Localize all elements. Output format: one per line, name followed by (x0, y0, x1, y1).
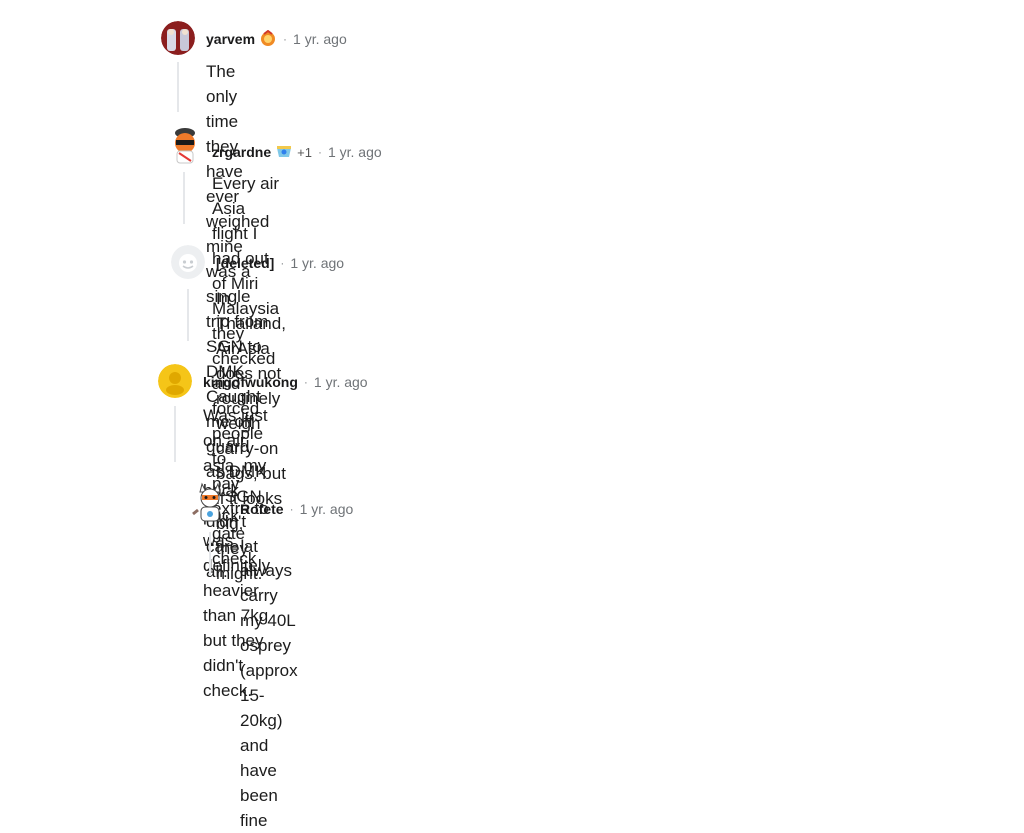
separator-dot: · (280, 256, 285, 270)
flair-count: +1 (297, 144, 312, 160)
thread-line[interactable] (209, 532, 211, 576)
separator-dot: · (317, 145, 322, 159)
timestamp[interactable]: 1 yr. ago (293, 31, 347, 47)
timestamp[interactable]: 1 yr. ago (314, 374, 368, 390)
separator-dot: · (283, 32, 288, 46)
comment-body: I always carry my 40L osprey (approx 15-… (240, 533, 298, 833)
separator-dot: · (289, 502, 294, 516)
username[interactable]: kingofwukong (203, 374, 298, 390)
thread-line[interactable] (174, 406, 176, 462)
username[interactable]: yarvem (206, 31, 255, 47)
achievement-flair-icon (275, 143, 293, 161)
thread-line[interactable] (183, 172, 185, 224)
username: [deleted] (216, 255, 275, 271)
timestamp[interactable]: 1 yr. ago (328, 144, 382, 160)
avatar[interactable] (167, 125, 203, 165)
separator-dot: · (303, 375, 308, 389)
achievement-flair-icon (259, 30, 277, 48)
username[interactable]: Rofete (240, 501, 284, 517)
avatar[interactable] (158, 364, 192, 398)
avatar[interactable] (171, 245, 205, 279)
thread-line[interactable] (177, 62, 179, 112)
username[interactable]: zrgardne (212, 144, 271, 160)
timestamp[interactable]: 1 yr. ago (300, 501, 354, 517)
comment-text-line: I always carry my 40L osprey (approx 15-… (240, 536, 298, 830)
timestamp[interactable]: 1 yr. ago (290, 255, 344, 271)
thread-line[interactable] (187, 289, 189, 341)
avatar[interactable] (161, 21, 195, 55)
avatar[interactable] (190, 480, 230, 526)
